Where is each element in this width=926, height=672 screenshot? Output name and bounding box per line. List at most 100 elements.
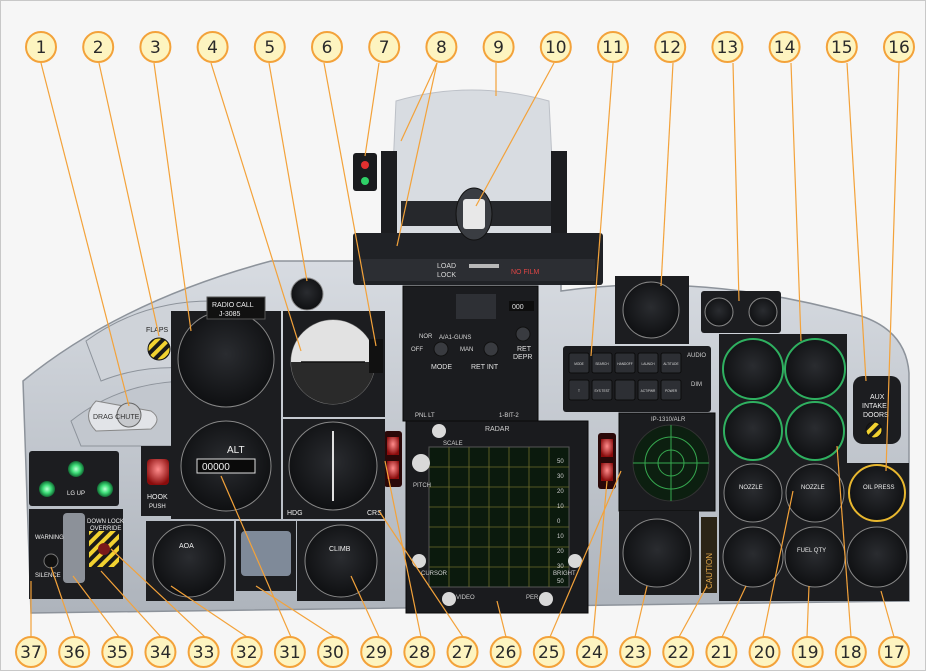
flaps-switch[interactable] bbox=[147, 337, 171, 361]
top-callout-number: 5 bbox=[264, 38, 275, 58]
fuel-qty-label: FUEL QTY bbox=[797, 548, 826, 554]
rwr-button-label: ALTITUDE bbox=[663, 362, 678, 366]
gear-left-lamp-icon bbox=[39, 481, 55, 497]
alt-readout: 00000 bbox=[202, 462, 230, 473]
climb-label: CLIMB bbox=[329, 546, 351, 553]
audio-label: AUDIO bbox=[687, 353, 706, 359]
bottom-callout-number: 28 bbox=[409, 643, 431, 663]
lg-up-label: LG UP bbox=[67, 491, 85, 497]
top-callout-number: 12 bbox=[659, 38, 681, 58]
bottom-callout-number: 27 bbox=[452, 643, 474, 663]
rwr-display: IP-1310/ALR bbox=[618, 412, 716, 512]
bottom-callout-number: 31 bbox=[279, 643, 301, 663]
top-callout-number: 3 bbox=[150, 38, 161, 58]
bottom-callout-number: 26 bbox=[495, 643, 517, 663]
guns-label: A/A1-GUNS bbox=[439, 335, 471, 341]
cabin-pressure-gauge bbox=[846, 526, 908, 588]
radio-call-number: J-3085 bbox=[219, 311, 241, 318]
rwr-button-label: T bbox=[578, 389, 580, 393]
hdg-label: HDG bbox=[287, 510, 303, 517]
rwr-button-label: POWER bbox=[665, 389, 678, 393]
top-callout-number: 16 bbox=[888, 38, 910, 58]
cursor-label: CURSOR bbox=[421, 571, 448, 577]
cabin-altimeter bbox=[622, 518, 692, 588]
top-callout-number: 2 bbox=[93, 38, 104, 58]
bottom-callout-number: 37 bbox=[20, 643, 42, 663]
scope-scale-tick: 10 bbox=[557, 534, 564, 540]
video-label: VIDEO bbox=[456, 595, 475, 601]
load-label: LOAD bbox=[437, 263, 456, 270]
airspeed-indicator bbox=[177, 310, 275, 408]
bottom-callout-number: 23 bbox=[624, 643, 646, 663]
top-callout-number: 8 bbox=[436, 38, 447, 58]
top-callout-number: 15 bbox=[831, 38, 853, 58]
bottom-callout-number: 33 bbox=[193, 643, 215, 663]
bottom-callout-number: 17 bbox=[883, 643, 905, 663]
rwr-button-label: LAUNCH bbox=[641, 362, 655, 366]
aux-intake-switch[interactable] bbox=[865, 421, 883, 439]
scope-scale-tick: 20 bbox=[557, 549, 564, 555]
caution-label: CAUTION bbox=[705, 553, 714, 589]
warning-label: WARNING bbox=[35, 535, 64, 541]
nozzle-gauge-left bbox=[723, 463, 783, 523]
bottom-callout-number: 30 bbox=[322, 643, 344, 663]
scale-label: SCALE bbox=[443, 441, 463, 447]
scope-scale-tick: 30 bbox=[557, 474, 564, 480]
video-knob[interactable] bbox=[442, 592, 456, 606]
bottom-callout-number: 32 bbox=[236, 643, 258, 663]
warning-silence-button[interactable] bbox=[43, 553, 59, 569]
mode-label: MODE bbox=[431, 364, 452, 371]
per-label: PER bbox=[526, 595, 539, 601]
top-callout-number: 1 bbox=[36, 38, 47, 58]
cockpit-illustration: LOAD LOCK NO FILM 000 A/A1-GUNS OFF NOR … bbox=[15, 31, 915, 668]
radio-call-label: RADIO CALL bbox=[212, 302, 254, 309]
bottom-callout-number: 29 bbox=[365, 643, 387, 663]
landing-gear-handle[interactable] bbox=[63, 513, 85, 583]
scale-knob[interactable] bbox=[432, 424, 446, 438]
bottom-callout-number: 18 bbox=[840, 643, 862, 663]
cockpit-diagram: LOAD LOCK NO FILM 000 A/A1-GUNS OFF NOR … bbox=[0, 0, 926, 671]
bottom-callout-number: 21 bbox=[711, 643, 733, 663]
bright-label: BRIGHT bbox=[553, 571, 576, 577]
clock bbox=[290, 277, 324, 311]
radar-label: RADAR bbox=[485, 426, 510, 433]
scope-scale-tick: 50 bbox=[557, 579, 564, 585]
aoa-label: AOA bbox=[179, 543, 194, 550]
egt-gauge-right bbox=[785, 401, 845, 461]
mode-knob[interactable] bbox=[433, 341, 449, 357]
ret-int-knob[interactable] bbox=[483, 341, 499, 357]
alr-label: IP-1310/ALR bbox=[651, 417, 686, 423]
hydraulic-gauge-right bbox=[748, 297, 778, 327]
egt-gauge-left bbox=[723, 401, 783, 461]
top-callout-number: 14 bbox=[774, 38, 796, 58]
gunsight-control-panel: 000 A/A1-GUNS OFF NOR MAN MODE RET INT R… bbox=[402, 285, 539, 422]
arm-lamp-green-icon bbox=[361, 177, 369, 185]
bottom-callout-number: 36 bbox=[63, 643, 85, 663]
hud-assembly bbox=[353, 89, 603, 285]
ret-depr-label-2: DEPR bbox=[513, 354, 532, 361]
accelerometer bbox=[622, 281, 680, 339]
bottom-callout-number: 34 bbox=[150, 643, 172, 663]
bottom-callout-number: 25 bbox=[538, 643, 560, 663]
fuel-quantity-gauge bbox=[784, 526, 846, 588]
rwr-button-label: SYS TEST bbox=[594, 389, 609, 393]
aux-intake-label-2: INTAKE bbox=[862, 403, 887, 410]
arm-lamp-red-icon bbox=[361, 161, 369, 169]
top-callout-number: 13 bbox=[717, 38, 739, 58]
ret-depr-knob[interactable] bbox=[515, 326, 531, 342]
rwr-button[interactable] bbox=[614, 379, 636, 401]
scope-scale-tick: 20 bbox=[557, 489, 564, 495]
rwr-button-label: SEARCH bbox=[595, 362, 609, 366]
hook-button[interactable] bbox=[147, 459, 169, 485]
rwr-control-panel: MODE SEARCH HANDOFF LAUNCH ALTITUDE T SYS TEST… bbox=[563, 346, 711, 412]
off-label: OFF bbox=[411, 347, 423, 353]
scope-scale-tick: 10 bbox=[557, 504, 564, 510]
pitch-knob[interactable] bbox=[412, 454, 430, 472]
per-knob[interactable] bbox=[539, 592, 553, 606]
cursor-knob[interactable] bbox=[412, 554, 426, 568]
pnl-lt-label: PNL LT bbox=[415, 413, 435, 419]
nozzle-label-right: NOZZLE bbox=[801, 485, 825, 491]
alt-label: ALT bbox=[227, 445, 245, 456]
top-callout-number: 9 bbox=[493, 38, 504, 58]
pitch-label: PITCH bbox=[413, 483, 431, 489]
